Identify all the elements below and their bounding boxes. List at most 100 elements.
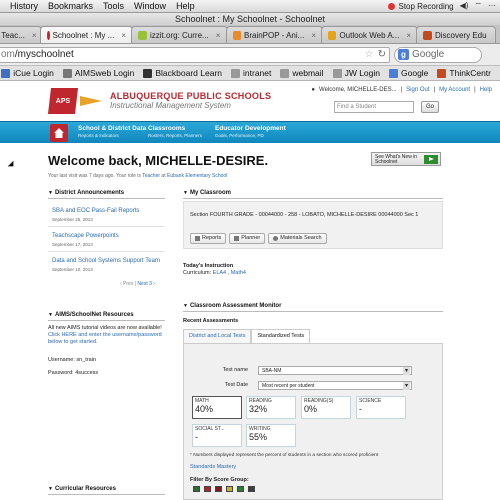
announcements-pager: ‹ Prev | Next 3 › — [120, 281, 155, 287]
menu-bookmarks[interactable]: Bookmarks — [48, 1, 93, 11]
school-name: ALBUQUERQUE PUBLIC SCHOOLS — [110, 91, 272, 101]
score-group-swatch[interactable] — [237, 486, 244, 492]
score-group-swatch[interactable] — [248, 486, 255, 492]
google-icon: g — [398, 49, 409, 60]
aims-password: Password: 4success — [48, 370, 99, 376]
browser-tab-active[interactable]: Schoolnet : My ... × — [40, 26, 133, 43]
aps-logo[interactable]: APS ALBUQUERQUE PUBLIC SCHOOLS Instructi… — [48, 88, 271, 114]
nav-educator-development[interactable]: Educator Development Goals, Performance,… — [215, 125, 286, 139]
close-icon[interactable]: × — [32, 31, 37, 40]
close-icon[interactable]: × — [216, 31, 221, 40]
bookmark-label: intranet — [243, 68, 272, 78]
score-tile-math[interactable]: MATH 40% — [192, 396, 242, 419]
curricular-header[interactable]: ▼ Curricular Resources — [48, 486, 165, 495]
go-button[interactable]: Go — [421, 101, 439, 113]
menu-tools[interactable]: Tools — [103, 1, 124, 11]
browser-tabbar: : Teac... × Schoolnet : My ... × izzit.org… — [0, 25, 500, 44]
proficiency-note: * Numbers displayed represent the percen… — [190, 453, 379, 458]
announcement-link[interactable]: Teachscape Powerpoints — [52, 233, 119, 239]
score-value: - — [195, 432, 198, 442]
curriculum-label: Curriculum: — [183, 270, 213, 276]
reports-button[interactable]: Reports — [190, 233, 227, 244]
sign-out-link[interactable]: Sign Out — [406, 87, 429, 93]
welcome-user[interactable]: Welcome, MICHELLE-DES... — [319, 87, 397, 93]
tab-label: izzit.org: Curre... — [150, 30, 209, 40]
aims-header[interactable]: ▼ AIMS/SchoolNet Resources — [48, 312, 165, 321]
my-account-link[interactable]: My Account — [439, 87, 470, 93]
curriculum-links[interactable]: ELA4 , Math4 — [213, 270, 246, 276]
browser-tab[interactable]: Discovery Edu — [416, 26, 496, 43]
score-tile-social-studies[interactable]: SOCIAL ST... - — [192, 424, 242, 447]
test-date-select[interactable]: Most recent per student — [258, 381, 412, 390]
whats-new-label: See What's New in Schoolnet — [375, 154, 418, 165]
classroom-buttons: Reports Planner Materials Search — [190, 233, 327, 244]
menu-history[interactable]: History — [10, 1, 38, 11]
home-icon[interactable] — [50, 124, 68, 142]
tab-district-local-tests[interactable]: District and Local Tests — [183, 329, 252, 343]
find-student-input[interactable]: Find a Student — [334, 101, 414, 113]
search-input[interactable]: g Google — [394, 46, 482, 63]
role-link[interactable]: Teacher — [142, 173, 160, 179]
bookmark-item[interactable]: AIMSweb Login — [62, 68, 134, 78]
url-input[interactable]: om/myschoolnet ☆ ↻ — [0, 46, 390, 63]
score-group-swatch[interactable] — [226, 486, 233, 492]
speaker-icon[interactable]: ◀) — [460, 1, 469, 11]
score-group-swatch[interactable] — [193, 486, 200, 492]
close-icon[interactable]: × — [121, 31, 126, 40]
whats-new-button[interactable]: See What's New in Schoolnet — [371, 152, 441, 166]
browser-tab[interactable]: Outlook Web A... × — [321, 26, 418, 43]
announcement-link[interactable]: Data and School Systems Support Team — [52, 258, 160, 264]
school-link[interactable]: Eubank Elementary School — [167, 173, 227, 179]
assessment-monitor-header[interactable]: ▼ Classroom Assessment Monitor — [183, 303, 443, 312]
tab-standardized-tests[interactable]: Standardized Tests — [251, 329, 311, 343]
standards-mastery-link[interactable]: Standards Mastery — [190, 464, 236, 470]
stop-recording[interactable]: Stop Recording — [388, 2, 454, 11]
recent-assessments-label: Recent Assessments — [183, 318, 239, 324]
bookmark-item[interactable]: iCue Login — [1, 68, 54, 78]
score-tile-reading[interactable]: READING 32% — [246, 396, 296, 419]
prev-link[interactable]: ‹ Prev — [120, 281, 133, 287]
wifi-icon[interactable]: ⌔ — [474, 1, 482, 11]
bookmark-label: Google — [401, 68, 429, 78]
bookmark-item[interactable]: Google — [389, 68, 428, 78]
aims-tutorial-link[interactable]: Click HERE and enter the username/passwo… — [48, 332, 162, 345]
my-classroom-header[interactable]: ▼ My Classroom — [183, 190, 443, 199]
announcement-link[interactable]: SBA and EOC Pass-Fail Reports — [52, 208, 139, 214]
bookmark-item[interactable]: JW Login — [332, 68, 380, 78]
announcements-header[interactable]: ▼ District Announcements — [48, 190, 165, 199]
nav-classrooms[interactable]: Classrooms Rosters, Reports, Planners — [148, 125, 202, 139]
menu-window[interactable]: Window — [134, 1, 166, 11]
close-icon[interactable]: × — [406, 31, 411, 40]
reload-icon[interactable]: ↻ — [378, 48, 386, 62]
nav-school-district-data[interactable]: School & District Data Reports & Indicat… — [78, 125, 146, 139]
browser-tab[interactable]: : Teac... × — [0, 26, 42, 43]
materials-search-button[interactable]: Materials Search — [268, 233, 327, 244]
browser-tab[interactable]: izzit.org: Curre... × — [131, 26, 228, 43]
schoolnet-favicon-icon — [47, 30, 50, 40]
bookmark-star-icon[interactable]: ☆ — [365, 48, 374, 62]
score-tile-reading-s[interactable]: READING(S) 0% — [301, 396, 351, 419]
tab-label: BrainPOP - Ani... — [244, 30, 305, 40]
score-group-swatches — [193, 486, 255, 492]
bookmark-item[interactable]: ThinkCentr — [437, 68, 491, 78]
bookmark-item[interactable]: Blackboard Learn — [143, 68, 222, 78]
browser-tab[interactable]: BrainPOP - Ani... × — [226, 26, 323, 43]
close-icon[interactable]: × — [311, 31, 316, 40]
menu-help[interactable]: Help — [176, 1, 195, 11]
score-tile-writing[interactable]: WRITING 55% — [246, 424, 296, 447]
bookmark-item[interactable]: webmail — [280, 68, 324, 78]
next-link[interactable]: Next 3 › — [137, 281, 155, 287]
brainpop-favicon-icon — [233, 30, 241, 40]
bookmark-item[interactable]: intranet — [231, 68, 271, 78]
menu-extras-icon[interactable]: ⋯ — [488, 1, 496, 11]
test-name-select[interactable]: SBA-NM — [258, 366, 412, 375]
score-group-swatch[interactable] — [215, 486, 222, 492]
bookmark-favicon-icon — [1, 68, 11, 78]
bookmark-label: iCue Login — [13, 68, 54, 78]
score-group-swatch[interactable] — [204, 486, 211, 492]
planner-button-label: Planner — [241, 235, 261, 241]
search-placeholder: Google — [412, 49, 445, 60]
planner-button[interactable]: Planner — [229, 233, 266, 244]
help-link[interactable]: Help — [480, 87, 492, 93]
score-tile-science[interactable]: SCIENCE - — [356, 396, 406, 419]
